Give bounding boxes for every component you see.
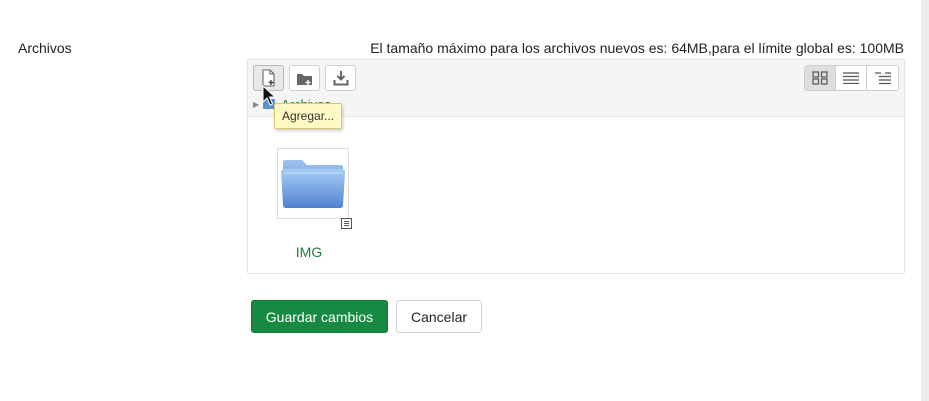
view-mode-group xyxy=(804,65,899,91)
files-field-label: Archivos xyxy=(18,40,72,56)
add-file-tooltip: Agregar... xyxy=(274,103,343,129)
download-button[interactable] xyxy=(325,65,356,91)
create-folder-icon xyxy=(296,73,312,85)
list-icon xyxy=(843,72,859,84)
folder-name[interactable]: IMG xyxy=(277,244,341,260)
download-icon xyxy=(333,71,348,86)
save-changes-button[interactable]: Guardar cambios xyxy=(251,300,388,333)
list-view-button[interactable] xyxy=(836,66,867,90)
mouse-cursor-icon xyxy=(262,85,276,106)
tree-icon xyxy=(874,71,891,84)
file-manager-toolbar: ▶ Archivos xyxy=(248,60,904,117)
file-context-menu-icon[interactable] xyxy=(341,218,352,229)
expand-arrow-icon[interactable]: ▶ xyxy=(253,100,259,109)
icons-view-button[interactable] xyxy=(805,66,836,90)
folder-thumbnail[interactable] xyxy=(277,148,349,219)
grid-icon xyxy=(812,71,828,85)
create-folder-button[interactable] xyxy=(289,65,320,91)
folder-icon xyxy=(281,159,345,208)
vertical-scrollbar[interactable] xyxy=(921,0,929,401)
cancel-button[interactable]: Cancelar xyxy=(396,300,482,333)
max-size-info: El tamaño máximo para los archivos nuevo… xyxy=(370,40,904,56)
tree-view-button[interactable] xyxy=(867,66,898,90)
folder-item[interactable] xyxy=(277,148,349,219)
